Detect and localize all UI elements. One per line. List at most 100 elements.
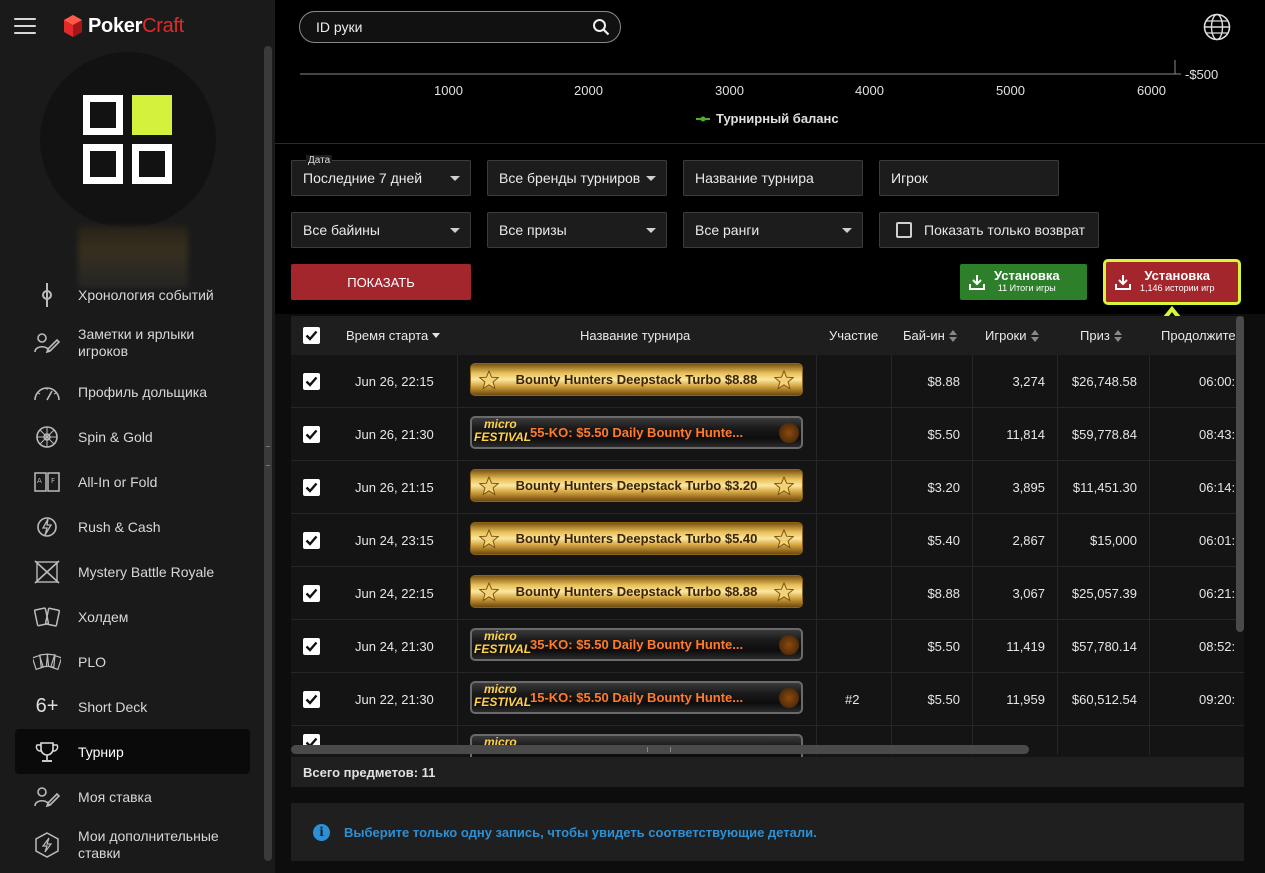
refund-only-checkbox[interactable]: Показать только возврат: [879, 212, 1099, 248]
star-icon: [773, 581, 795, 602]
header-label: Бай-ин: [903, 328, 945, 343]
table-row[interactable]: Jun 26, 22:15 Bounty Hunters Deepstack Tu…: [291, 355, 1244, 408]
cell-duration: 08:52:: [1199, 639, 1236, 654]
cube-logo-icon: [64, 15, 82, 37]
download-summaries-button[interactable]: Установка 11 Итоги игры: [960, 264, 1087, 300]
sidebar-item-label: Mystery Battle Royale: [78, 563, 215, 580]
sidebar-item-label: Мои дополнительные ставки: [78, 828, 219, 861]
row-checkbox[interactable]: [303, 373, 320, 390]
show-button[interactable]: ПОКАЗАТЬ: [291, 264, 471, 300]
sidebar-item-tournament[interactable]: Турнир: [15, 729, 250, 774]
cell-prize: $57,780.14: [1071, 639, 1137, 654]
balance-chart: 1000 2000 3000 4000 5000 6000 -$500 Турн…: [275, 54, 1265, 144]
tournament-name-input[interactable]: Название турнира: [683, 160, 863, 196]
cell-duration: 06:21:: [1199, 586, 1236, 601]
header-duration[interactable]: Продолжите: [1161, 316, 1236, 355]
hand-id-search[interactable]: [299, 11, 621, 43]
table-row[interactable]: Jun 26, 21:30 micro FESTIVAL 55-KO: $5.50 D…: [291, 408, 1244, 461]
sidebar-item-staker-profile[interactable]: Профиль дольщика: [15, 369, 250, 414]
pokercraft-logo[interactable]: Poker Craft: [64, 15, 184, 38]
sort-icon: [1030, 329, 1039, 342]
table-row[interactable]: Jun 22, 21:30 micro FESTIVAL 15-KO: $5.50 D…: [291, 673, 1244, 726]
sidebar-item-spin-gold[interactable]: Spin & Gold: [15, 414, 250, 459]
cell-duration: 06:14:: [1199, 480, 1236, 495]
globe-icon[interactable]: [1203, 13, 1231, 41]
date-select[interactable]: Дата Последние 7 дней: [291, 155, 471, 196]
sidebar-item-all-in-or-fold[interactable]: AF All-In or Fold: [15, 459, 250, 504]
search-icon[interactable]: [592, 18, 610, 36]
download-histories-sub: 1,146 истории игр: [1140, 283, 1215, 293]
cell-prize: $26,748.58: [1071, 374, 1137, 389]
sidebar-item-short-deck[interactable]: 6+ Short Deck: [15, 684, 250, 729]
table-row[interactable]: Jun 24, 22:15 Bounty Hunters Deepstack Tu…: [291, 567, 1244, 620]
download-histories-title: Установка: [1144, 268, 1211, 283]
header-buyin[interactable]: Бай-ин: [903, 316, 957, 355]
sidebar-item-label: All-In or Fold: [78, 473, 158, 490]
sidebar-item-timeline[interactable]: Хронология событий: [15, 272, 250, 317]
row-checkbox[interactable]: [303, 585, 320, 602]
sidebar: Poker Craft Хронология событий Заметки и …: [0, 0, 275, 873]
svg-text:A: A: [37, 477, 42, 485]
tournament-banner: micro FESTIVAL 15-KO: $5.50 Daily Bounty H…: [470, 681, 803, 714]
sort-icon: [948, 329, 957, 342]
avatar[interactable]: [40, 52, 216, 228]
header-start-time[interactable]: Время старта: [346, 316, 441, 355]
header-tournament-name[interactable]: Название турнира: [580, 316, 690, 355]
horizontal-scrollbar[interactable]: [291, 745, 1029, 754]
banner-endcap-icon: [779, 688, 799, 708]
sidebar-item-label: PLO: [78, 653, 107, 670]
sidebar-item-notes[interactable]: Заметки и ярлыки игроков: [15, 317, 250, 369]
chart-axes: [300, 60, 1181, 75]
chevron-down-icon: [450, 176, 460, 181]
legend-label: Турнирный баланс: [716, 111, 839, 126]
sidebar-scrollbar[interactable]: [264, 46, 272, 861]
search-input[interactable]: [316, 19, 576, 35]
sort-icon: [1113, 329, 1122, 342]
brand-select[interactable]: Все бренды турниров: [487, 160, 667, 196]
row-checkbox[interactable]: [303, 426, 320, 443]
header-label: Участие: [829, 328, 879, 343]
brand-word-1: Poker: [88, 14, 143, 37]
sidebar-item-label: Заметки и ярлыки игроков: [78, 326, 195, 359]
buyin-select[interactable]: Все байины: [291, 212, 471, 248]
legend-line-icon: [696, 116, 710, 121]
row-checkbox[interactable]: [303, 638, 320, 655]
hamburger-menu-icon[interactable]: [14, 18, 36, 34]
row-checkbox[interactable]: [303, 479, 320, 496]
x-tick: 1000: [434, 83, 463, 98]
star-icon: [478, 369, 500, 390]
trophy-icon: [33, 738, 61, 766]
sidebar-item-label: Spin & Gold: [78, 428, 153, 445]
buyin-value: Все байины: [303, 222, 380, 238]
table-row[interactable]: Jun 26, 21:15 Bounty Hunters Deepstack Tu…: [291, 461, 1244, 514]
prize-select[interactable]: Все призы: [487, 212, 667, 248]
table-row[interactable]: Jun 24, 21:30 micro FESTIVAL 35-KO: $5.50 D…: [291, 620, 1244, 673]
download-summaries-title: Установка: [994, 268, 1060, 283]
tournament-table: Время старта Название турнира Участие Ба…: [291, 316, 1244, 758]
sidebar-item-rush-cash[interactable]: Rush & Cash: [15, 504, 250, 549]
total-items: Всего предметов: 11: [291, 757, 1244, 787]
chart-legend[interactable]: Турнирный баланс: [696, 111, 839, 126]
cell-start-time: Jun 26, 21:15: [355, 480, 434, 495]
sidebar-item-mystery-battle-royale[interactable]: Mystery Battle Royale: [15, 549, 250, 594]
vertical-scrollbar[interactable]: [1236, 316, 1244, 632]
row-checkbox[interactable]: [303, 691, 320, 708]
header-place[interactable]: Участие: [829, 316, 878, 355]
sidebar-item-extra-stakes[interactable]: Мои дополнительные ставки: [15, 819, 250, 871]
sidebar-item-holdem[interactable]: Холдем: [15, 594, 250, 639]
sidebar-item-label: Rush & Cash: [78, 518, 161, 535]
player-input[interactable]: Игрок: [879, 160, 1059, 196]
header-label: Название турнира: [580, 328, 691, 343]
sidebar-item-my-stake[interactable]: Моя ставка: [15, 774, 250, 819]
sidebar-item-plo[interactable]: PLO: [15, 639, 250, 684]
cell-start-time: Jun 24, 23:15: [355, 533, 434, 548]
x-tick: 3000: [715, 83, 744, 98]
header-prize[interactable]: Приз: [1080, 316, 1122, 355]
row-checkbox[interactable]: [303, 532, 320, 549]
header-players[interactable]: Игроки: [985, 316, 1039, 355]
tournament-name: 15-KO: $5.50 Daily Bounty Hunte...: [530, 690, 744, 705]
select-all-checkbox[interactable]: [303, 316, 320, 355]
table-row[interactable]: Jun 24, 23:15 Bounty Hunters Deepstack Tu…: [291, 514, 1244, 567]
download-hand-histories-button[interactable]: Установка 1,146 истории игр: [1103, 259, 1241, 305]
rank-select[interactable]: Все ранги: [683, 212, 863, 248]
